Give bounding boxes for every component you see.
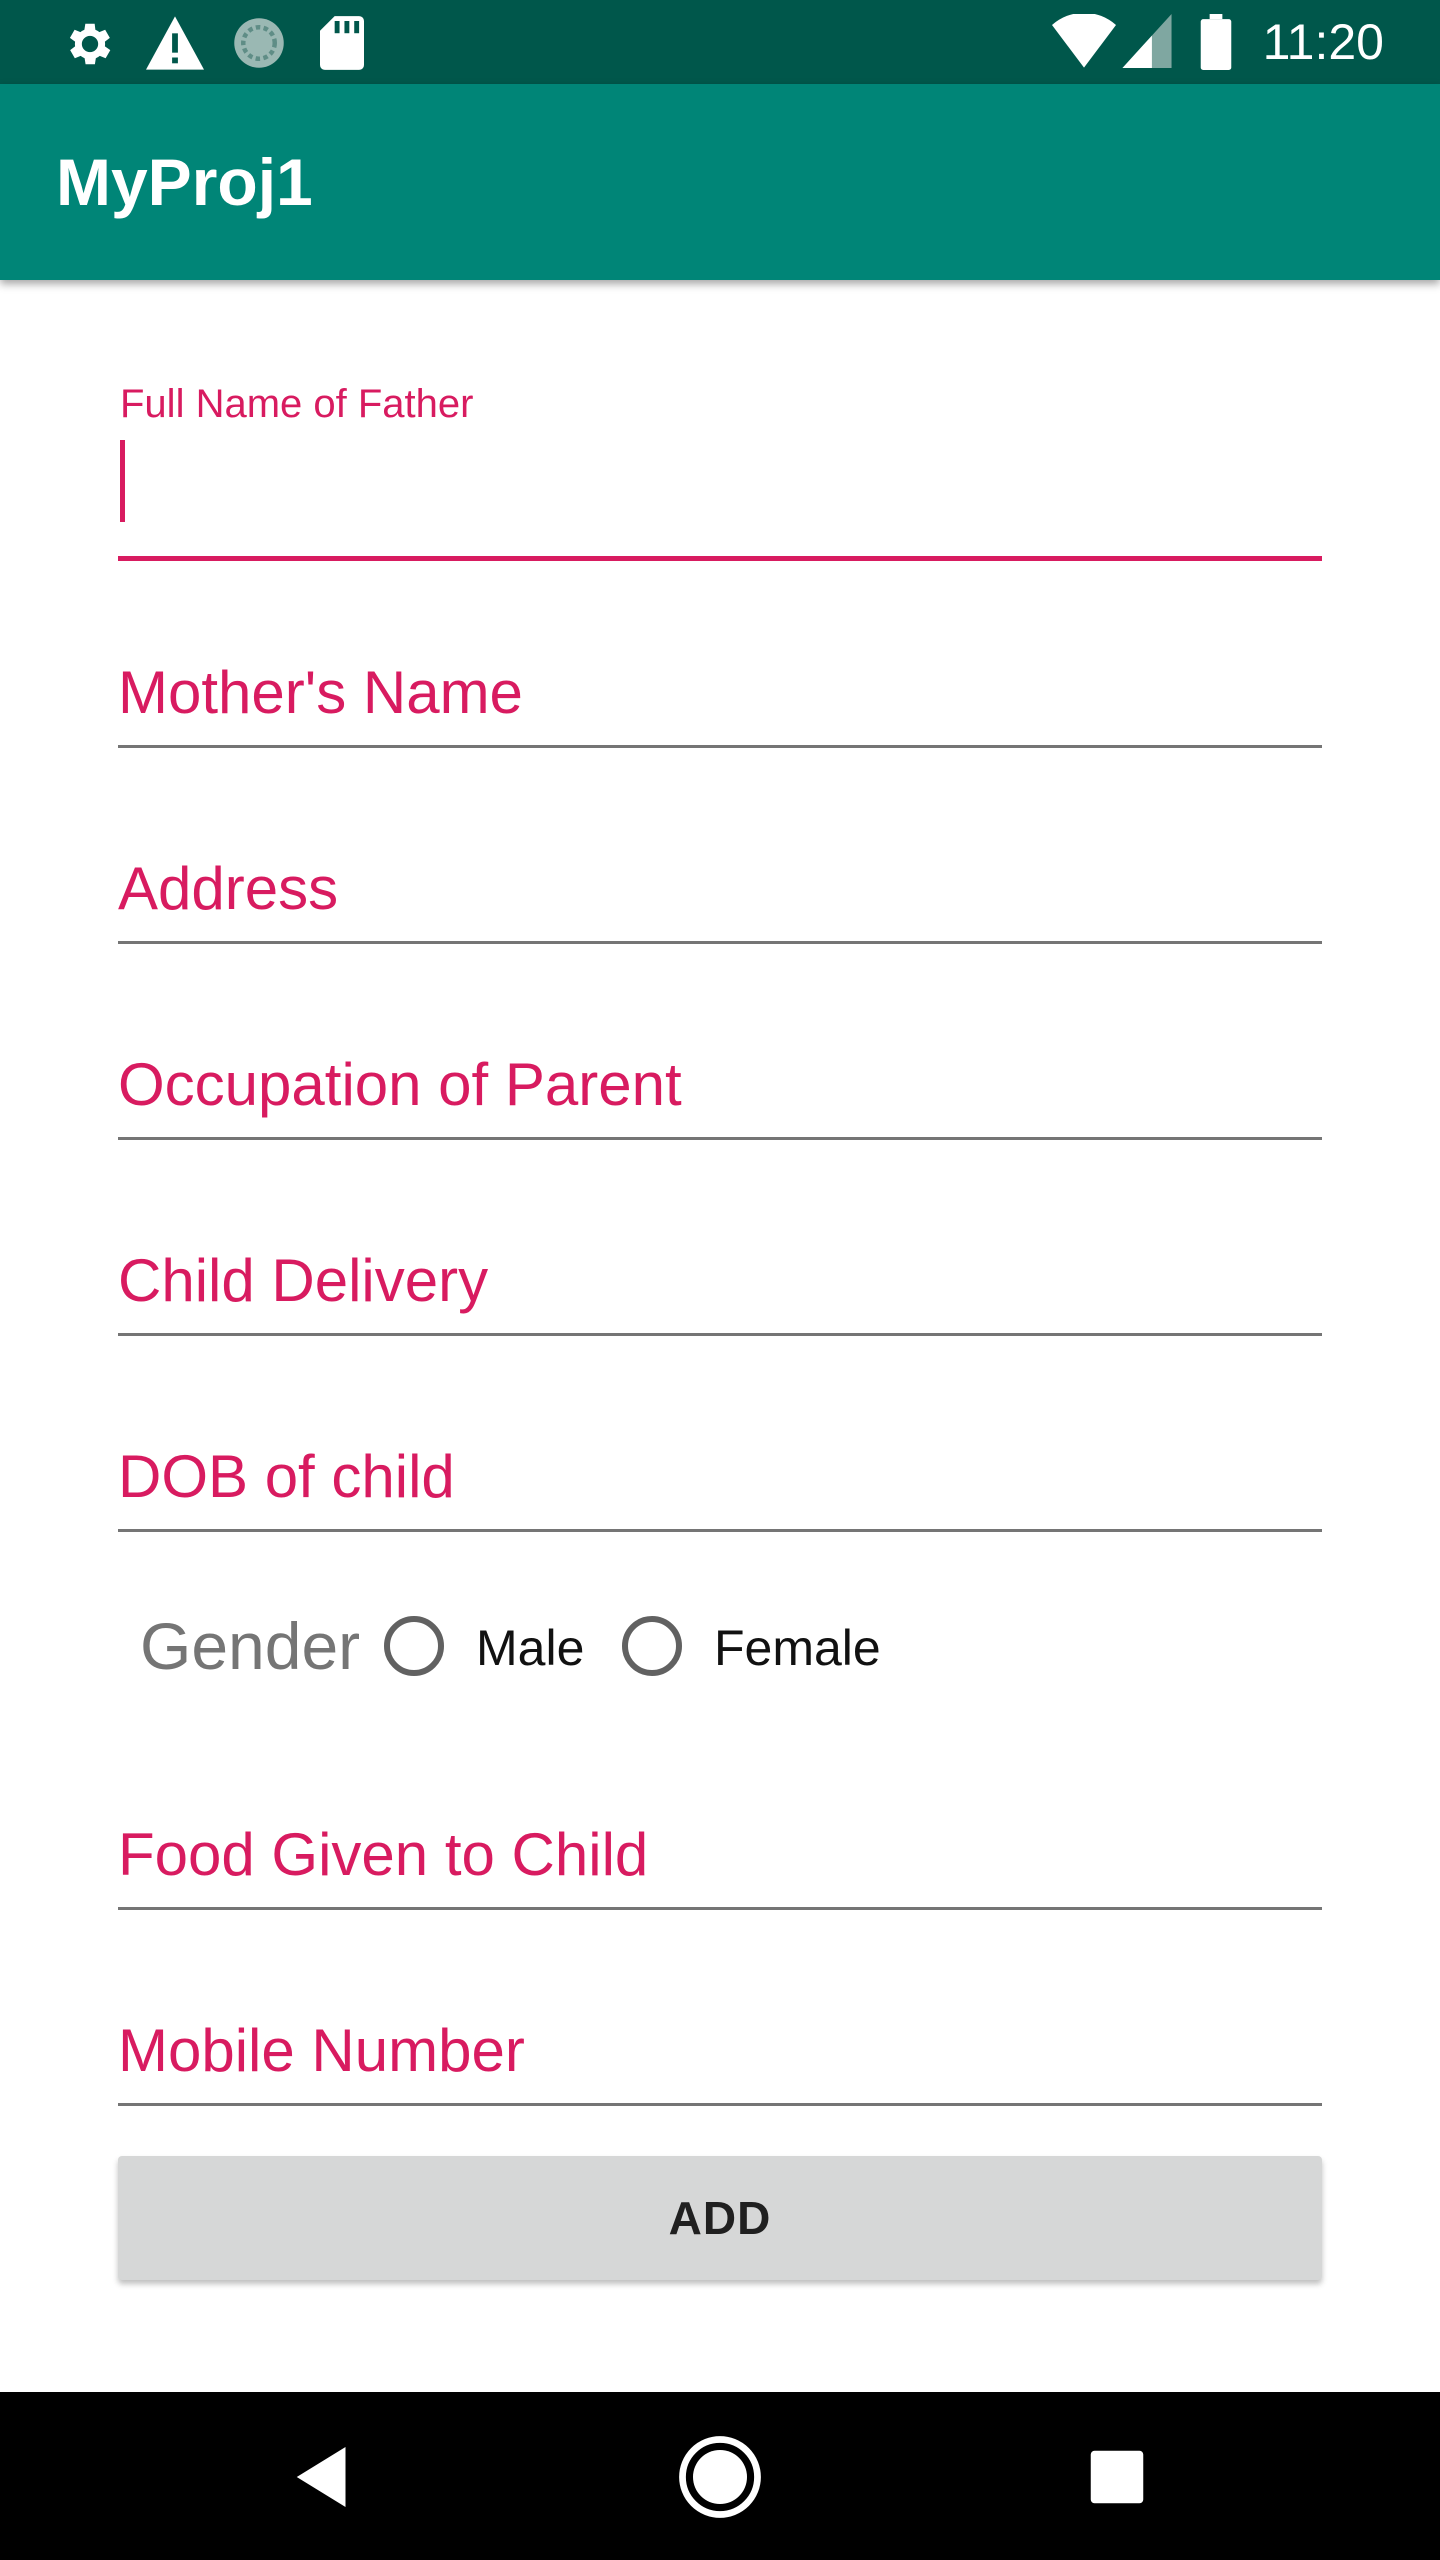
- dob-underline: [118, 1529, 1322, 1532]
- signal-icon: [1122, 14, 1172, 68]
- child-delivery-input[interactable]: [118, 1243, 1322, 1319]
- food-underline: [118, 1907, 1322, 1910]
- home-icon[interactable]: [675, 2432, 765, 2522]
- recents-icon[interactable]: [1072, 2432, 1162, 2522]
- app-bar: MyProj1: [0, 84, 1440, 280]
- navigation-bar: [0, 2392, 1440, 2560]
- gender-row: Gender Male Female: [140, 1586, 1300, 1706]
- address-field[interactable]: [118, 851, 1322, 951]
- occupation-input[interactable]: [118, 1047, 1322, 1123]
- mother-name-field[interactable]: [118, 655, 1322, 755]
- back-icon[interactable]: [278, 2432, 368, 2522]
- wifi-icon: [1052, 14, 1116, 68]
- occupation-field[interactable]: [118, 1047, 1322, 1147]
- food-field[interactable]: [118, 1817, 1322, 1917]
- mother-name-input[interactable]: [118, 655, 1322, 731]
- mobile-underline: [118, 2103, 1322, 2106]
- female-label[interactable]: Female: [714, 1618, 881, 1678]
- mobile-field[interactable]: [118, 2013, 1322, 2113]
- warning-icon: [146, 16, 204, 70]
- father-name-field[interactable]: Full Name of Father: [118, 380, 1322, 561]
- add-button[interactable]: ADD: [118, 2156, 1322, 2280]
- father-name-label: Full Name of Father: [120, 382, 474, 426]
- battery-icon: [1200, 14, 1232, 70]
- dob-field[interactable]: [118, 1439, 1322, 1539]
- father-name-input[interactable]: [118, 442, 1322, 518]
- gear-icon: [69, 23, 111, 65]
- mother-name-underline: [118, 745, 1322, 748]
- address-underline: [118, 941, 1322, 944]
- sd-card-icon: [320, 16, 364, 70]
- address-input[interactable]: [118, 851, 1322, 927]
- status-time: 11:20: [1262, 14, 1384, 70]
- form-content: Full Name of Father Gender Male Female: [0, 280, 1440, 2392]
- female-radio[interactable]: [622, 1616, 682, 1676]
- sync-icon: [234, 18, 284, 68]
- male-radio[interactable]: [384, 1616, 444, 1676]
- child-delivery-underline: [118, 1333, 1322, 1336]
- dob-input[interactable]: [118, 1439, 1322, 1515]
- father-name-underline: [118, 556, 1322, 561]
- app-title: MyProj1: [56, 145, 313, 219]
- mobile-input[interactable]: [118, 2013, 1322, 2089]
- male-label[interactable]: Male: [476, 1618, 584, 1678]
- food-input[interactable]: [118, 1817, 1322, 1893]
- child-delivery-field[interactable]: [118, 1243, 1322, 1343]
- gender-label: Gender: [140, 1609, 361, 1683]
- occupation-underline: [118, 1137, 1322, 1140]
- status-bar: 11:20: [0, 0, 1440, 84]
